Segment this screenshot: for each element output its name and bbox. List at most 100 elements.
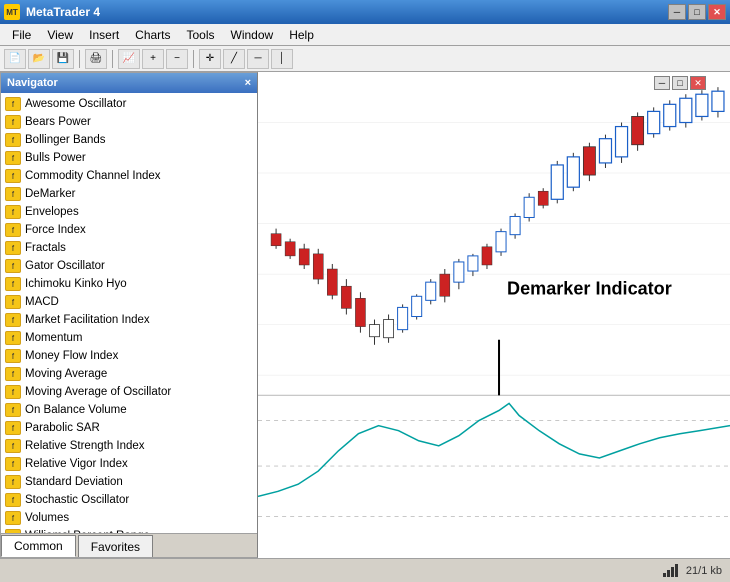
nav-item-18[interactable]: fParabolic SAR <box>1 419 257 437</box>
nav-item-icon: f <box>5 331 21 345</box>
menu-item-help[interactable]: Help <box>281 26 322 44</box>
toolbar-separator-1 <box>79 50 80 68</box>
nav-item-icon: f <box>5 475 21 489</box>
toolbar-zoom-in[interactable]: + <box>142 49 164 69</box>
nav-tab-common[interactable]: Common <box>1 535 76 557</box>
menu-item-window[interactable]: Window <box>223 26 282 44</box>
nav-item-20[interactable]: f Relative Vigor Index <box>1 455 257 473</box>
chart-svg-container: Demarker Indicator <box>258 72 730 558</box>
close-button[interactable]: ✕ <box>708 4 726 20</box>
nav-item-label: MACD <box>25 296 59 308</box>
nav-item-label: Momentum <box>25 332 83 344</box>
nav-item-icon: f <box>5 205 21 219</box>
toolbar-crosshair[interactable]: ✛ <box>199 49 221 69</box>
nav-item-label: Moving Average <box>25 368 107 380</box>
toolbar-save[interactable]: 💾 <box>52 49 74 69</box>
toolbar-vertical[interactable]: │ <box>271 49 293 69</box>
nav-item-label: Market Facilitation Index <box>25 314 150 326</box>
toolbar-print[interactable]: 🖨 <box>85 49 107 69</box>
menu-item-view[interactable]: View <box>39 26 81 44</box>
app-title: MetaTrader 4 <box>26 5 100 19</box>
nav-item-label: Moving Average of Oscillator <box>25 386 171 398</box>
nav-item-icon: f <box>5 151 21 165</box>
nav-item-19[interactable]: fRelative Strength Index <box>1 437 257 455</box>
nav-item-label: On Balance Volume <box>25 404 127 416</box>
nav-item-3[interactable]: fBulls Power <box>1 149 257 167</box>
minimize-button[interactable]: ─ <box>668 4 686 20</box>
status-bar: 21/1 kb <box>0 558 730 582</box>
toolbar-line[interactable]: ╱ <box>223 49 245 69</box>
toolbar-chart[interactable]: 📈 <box>118 49 140 69</box>
nav-item-11[interactable]: f MACD <box>1 293 257 311</box>
signal-icon <box>663 564 678 577</box>
nav-item-icon: f <box>5 97 21 111</box>
chart-maximize-button[interactable]: □ <box>672 76 688 90</box>
menu-bar: FileViewInsertChartsToolsWindowHelp <box>0 24 730 46</box>
nav-item-label: Relative Vigor Index <box>25 458 128 470</box>
nav-item-label: Commodity Channel Index <box>25 170 161 182</box>
nav-item-9[interactable]: fGator Oscillator <box>1 257 257 275</box>
nav-item-1[interactable]: fBears Power <box>1 113 257 131</box>
nav-item-8[interactable]: f Fractals <box>1 239 257 257</box>
toolbar-zoom-out[interactable]: − <box>166 49 188 69</box>
chart-inner-buttons: ─ □ ✕ <box>654 76 706 90</box>
nav-item-icon: f <box>5 421 21 435</box>
nav-item-10[interactable]: fIchimoku Kinko Hyo <box>1 275 257 293</box>
nav-item-15[interactable]: f Moving Average <box>1 365 257 383</box>
nav-item-4[interactable]: f Commodity Channel Index <box>1 167 257 185</box>
chart-close-button[interactable]: ✕ <box>690 76 706 90</box>
nav-item-22[interactable]: f Stochastic Oscillator <box>1 491 257 509</box>
maximize-button[interactable]: □ <box>688 4 706 20</box>
nav-item-17[interactable]: fOn Balance Volume <box>1 401 257 419</box>
nav-item-icon: f <box>5 313 21 327</box>
nav-item-icon: f <box>5 223 21 237</box>
main-content: Navigator × fAwesome OscillatorfBears Po… <box>0 72 730 558</box>
nav-item-icon: f <box>5 169 21 183</box>
chart-minimize-button[interactable]: ─ <box>654 76 670 90</box>
nav-item-icon: f <box>5 277 21 291</box>
nav-item-label: Volumes <box>25 512 69 524</box>
navigator-panel: Navigator × fAwesome OscillatorfBears Po… <box>0 72 258 558</box>
nav-item-label: Stochastic Oscillator <box>25 494 129 506</box>
nav-item-23[interactable]: f Volumes <box>1 509 257 527</box>
navigator-list[interactable]: fAwesome OscillatorfBears PowerfBollinge… <box>1 93 257 533</box>
toolbar-new[interactable]: 📄 <box>4 49 26 69</box>
toolbar-open[interactable]: 📂 <box>28 49 50 69</box>
nav-item-icon: f <box>5 187 21 201</box>
nav-item-14[interactable]: fMoney Flow Index <box>1 347 257 365</box>
nav-item-label: Fractals <box>25 242 66 254</box>
nav-item-label: Awesome Oscillator <box>25 98 126 110</box>
toolbar: 📄 📂 💾 🖨 📈 + − ✛ ╱ ─ │ <box>0 46 730 72</box>
menu-item-insert[interactable]: Insert <box>81 26 127 44</box>
navigator-close-button[interactable]: × <box>245 77 251 89</box>
nav-item-6[interactable]: f Envelopes <box>1 203 257 221</box>
navigator-tabs: CommonFavorites <box>1 533 257 557</box>
nav-item-icon: f <box>5 241 21 255</box>
toolbar-horizontal[interactable]: ─ <box>247 49 269 69</box>
nav-item-label: Money Flow Index <box>25 350 118 362</box>
menu-item-file[interactable]: File <box>4 26 39 44</box>
nav-item-icon: f <box>5 295 21 309</box>
nav-item-icon: f <box>5 439 21 453</box>
nav-item-icon: f <box>5 511 21 525</box>
menu-item-tools[interactable]: Tools <box>179 26 223 44</box>
nav-item-icon: f <box>5 493 21 507</box>
toolbar-separator-3 <box>193 50 194 68</box>
nav-item-icon: f <box>5 457 21 471</box>
nav-item-5[interactable]: fDeMarker <box>1 185 257 203</box>
nav-item-icon: f <box>5 367 21 381</box>
nav-item-13[interactable]: f Momentum <box>1 329 257 347</box>
nav-item-label: Standard Deviation <box>25 476 123 488</box>
menu-item-charts[interactable]: Charts <box>127 26 178 44</box>
nav-item-16[interactable]: fMoving Average of Oscillator <box>1 383 257 401</box>
nav-item-icon: f <box>5 133 21 147</box>
nav-item-7[interactable]: fForce Index <box>1 221 257 239</box>
nav-item-0[interactable]: f Awesome Oscillator <box>1 95 257 113</box>
nav-item-label: Envelopes <box>25 206 79 218</box>
nav-item-label: Bears Power <box>25 116 91 128</box>
nav-item-12[interactable]: f Market Facilitation Index <box>1 311 257 329</box>
nav-item-label: Bollinger Bands <box>25 134 106 146</box>
nav-tab-favorites[interactable]: Favorites <box>78 535 153 557</box>
nav-item-21[interactable]: f Standard Deviation <box>1 473 257 491</box>
nav-item-2[interactable]: f Bollinger Bands <box>1 131 257 149</box>
